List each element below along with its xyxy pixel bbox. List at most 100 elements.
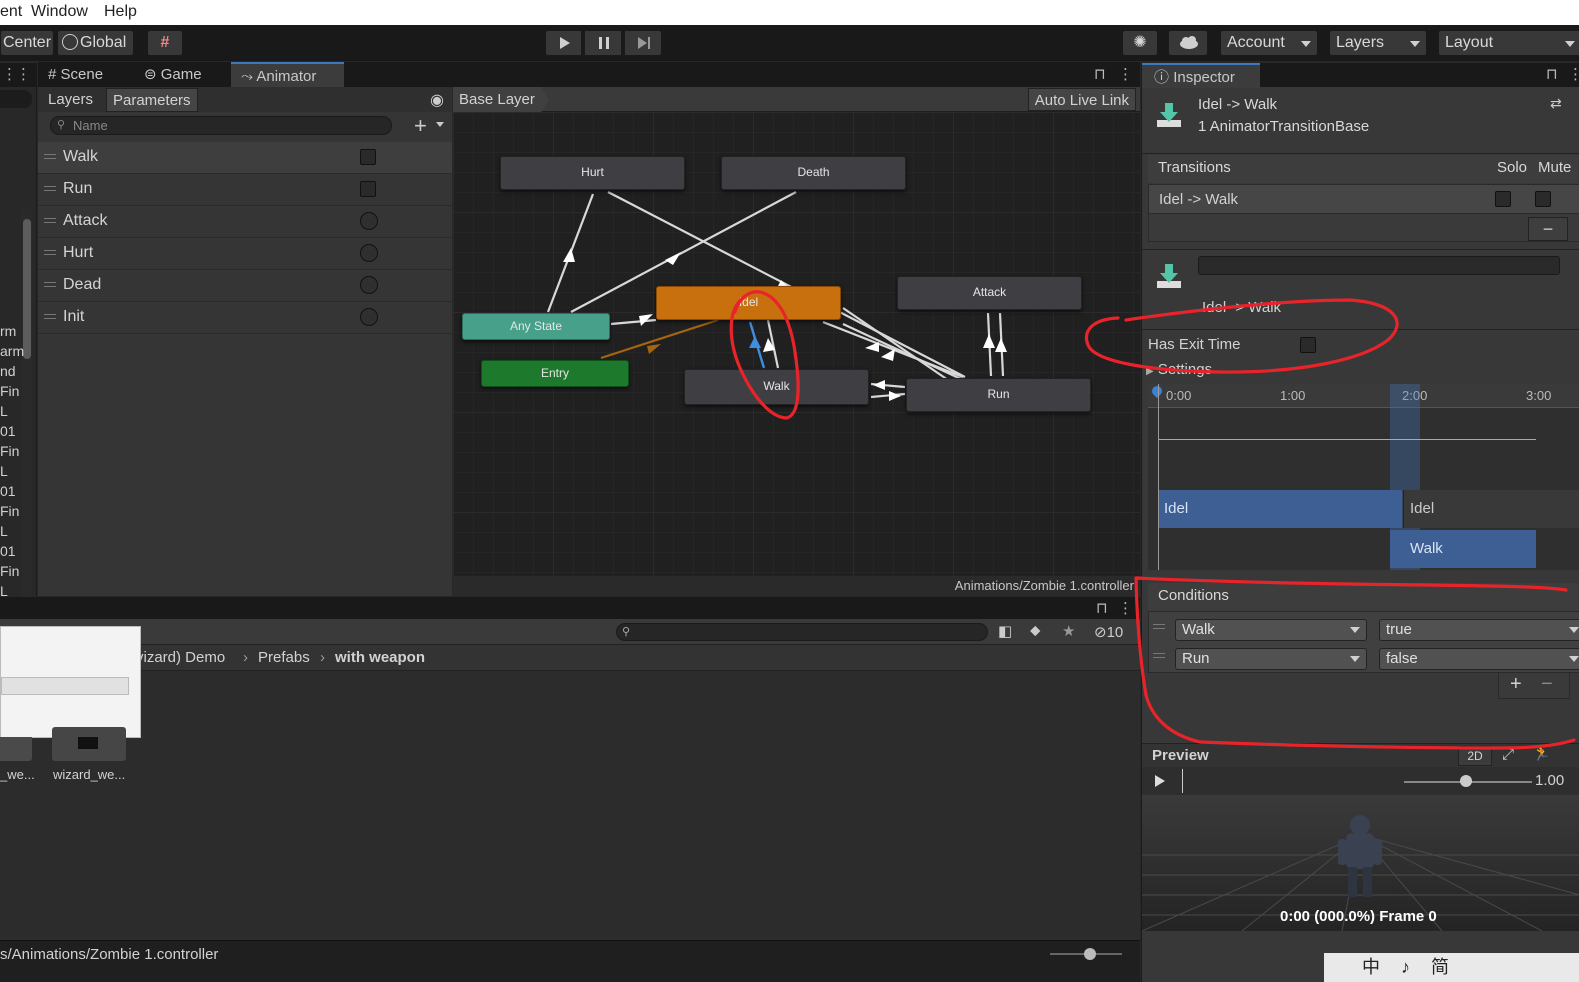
condition-parameter-dropdown[interactable]: Walk — [1175, 619, 1367, 641]
tab-inspector[interactable]: ⓘ Inspector — [1142, 63, 1260, 88]
pivot-center-button[interactable]: Center — [0, 30, 54, 56]
hierarchy-item[interactable]: L — [0, 523, 8, 539]
drag-handle-icon[interactable] — [44, 250, 56, 255]
more-icon[interactable]: ⋮ — [1118, 65, 1133, 83]
thumbnail-size-slider-thumb[interactable] — [1084, 948, 1096, 960]
tab-game[interactable]: ⊜ Game — [134, 62, 226, 87]
solo-checkbox[interactable] — [1495, 191, 1511, 207]
hierarchy-item[interactable]: Fin — [0, 503, 19, 519]
eye-icon[interactable]: ◉ — [430, 90, 444, 110]
label-tag-icon[interactable]: ⬥ — [1030, 622, 1041, 639]
grid-snap-button[interactable]: # — [147, 30, 183, 56]
settings-slider-icon[interactable]: ⇄ — [1550, 95, 1562, 112]
add-parameter-button[interactable]: + — [414, 113, 427, 139]
clip-source-idel-loop[interactable]: Idel — [1403, 490, 1579, 528]
chevron-down-icon[interactable] — [436, 122, 444, 127]
hierarchy-item[interactable]: 01 — [0, 423, 16, 439]
parameter-row-attack[interactable]: Attack — [38, 206, 452, 238]
state-node-idel-default[interactable]: Idel — [656, 286, 841, 320]
services-button[interactable]: ✺ — [1122, 30, 1158, 56]
trigger-radio[interactable] — [360, 308, 378, 326]
more-icon[interactable]: ⋮ — [1118, 599, 1133, 617]
cloud-button[interactable] — [1168, 30, 1208, 56]
state-node-walk[interactable]: Walk — [684, 369, 869, 405]
drag-handle-icon[interactable] — [44, 282, 56, 287]
remove-transition-button[interactable]: − — [1528, 217, 1568, 241]
subtab-parameters[interactable]: Parameters — [106, 88, 198, 112]
clip-destination-walk[interactable]: Walk — [1390, 530, 1536, 568]
asset-thumbnail[interactable] — [52, 727, 126, 761]
parameter-search-input[interactable]: ⚲ Name — [50, 116, 392, 135]
mute-checkbox[interactable] — [1535, 191, 1551, 207]
transition-timeline[interactable]: 0:00 1:00 2:00 3:00 Idel Idel Walk — [1148, 383, 1579, 570]
global-space-button[interactable]: Global — [57, 30, 134, 56]
parameter-row-walk[interactable]: Walk — [38, 142, 452, 174]
hierarchy-scrollbar[interactable] — [22, 209, 32, 653]
drag-handle-icon[interactable] — [44, 186, 56, 191]
settings-foldout[interactable]: ▶ Settings — [1146, 361, 1212, 378]
pause-button[interactable] — [584, 30, 622, 56]
drag-handle-icon[interactable] — [44, 314, 56, 319]
condition-value-dropdown[interactable]: true — [1379, 619, 1579, 641]
add-condition-button[interactable]: + — [1510, 673, 1522, 696]
drag-handle-icon[interactable] — [44, 218, 56, 223]
play-icon[interactable] — [1152, 773, 1168, 789]
layout-dropdown[interactable]: Layout — [1438, 30, 1579, 56]
hierarchy-item[interactable]: Fin — [0, 443, 19, 459]
hierarchy-item[interactable]: rm — [0, 323, 16, 339]
hierarchy-item[interactable]: L — [0, 403, 8, 419]
layers-dropdown[interactable]: Layers — [1329, 30, 1427, 56]
asset-thumbnail[interactable] — [0, 737, 32, 761]
state-node-entry[interactable]: Entry — [481, 360, 629, 387]
drag-handle-icon[interactable] — [1153, 653, 1165, 658]
lock-icon[interactable]: ⊓ — [1546, 65, 1558, 83]
bool-checkbox[interactable] — [360, 181, 376, 197]
hierarchy-item[interactable]: Fin — [0, 563, 19, 579]
remove-condition-button[interactable]: − — [1541, 673, 1553, 696]
parameter-row-init[interactable]: Init — [38, 302, 452, 334]
preview-viewport[interactable]: 0:00 (000.0%) Frame 0 — [1142, 795, 1579, 931]
hierarchy-item[interactable]: nd — [0, 363, 16, 379]
tab-scene[interactable]: # Scene — [38, 62, 132, 87]
step-button[interactable] — [624, 30, 662, 56]
animator-graph[interactable]: Hurt Death Idel Attack Any State Entry W… — [453, 112, 1140, 576]
bool-checkbox[interactable] — [360, 149, 376, 165]
hierarchy-item[interactable]: arm — [0, 343, 24, 359]
more-icon[interactable]: ⋮ — [1568, 65, 1579, 83]
speed-slider-thumb[interactable] — [1460, 775, 1472, 787]
avatar-icon[interactable]: 🏃 — [1532, 744, 1551, 762]
lock-icon[interactable]: ⋮ — [2, 65, 17, 83]
breadcrumb-item[interactable]: Prefabs — [258, 645, 310, 671]
parameter-row-run[interactable]: Run — [38, 174, 452, 206]
trigger-radio[interactable] — [360, 276, 378, 294]
lock-icon[interactable]: ⊓ — [1094, 65, 1106, 83]
state-node-attack[interactable]: Attack — [897, 276, 1082, 310]
auto-live-link-button[interactable]: Auto Live Link — [1027, 88, 1136, 111]
timeline-playhead[interactable] — [1158, 384, 1159, 570]
preview-scrubber[interactable] — [1182, 769, 1183, 793]
transition-name-field[interactable] — [1198, 256, 1560, 275]
ime-toolbar[interactable]: 中 ♪ 简 — [1324, 953, 1579, 982]
parameter-row-dead[interactable]: Dead — [38, 270, 452, 302]
breadcrumb[interactable]: Base Layer — [453, 87, 549, 112]
clip-source-idel[interactable]: Idel — [1158, 490, 1402, 528]
state-node-any-state[interactable]: Any State — [462, 313, 610, 340]
lock-icon[interactable]: ⊓ — [1096, 599, 1108, 617]
tab-animator[interactable]: ⤳ Animator — [231, 62, 344, 87]
drag-handle-icon[interactable] — [44, 154, 56, 159]
hierarchy-item[interactable]: Fin — [0, 383, 19, 399]
menu-item-help[interactable]: Help — [104, 3, 137, 21]
breadcrumb-item-current[interactable]: with weapon — [335, 645, 425, 671]
subtab-layers[interactable]: Layers — [42, 88, 99, 112]
state-node-run[interactable]: Run — [906, 378, 1091, 412]
account-dropdown[interactable]: Account — [1220, 30, 1318, 56]
hierarchy-item[interactable]: 01 — [0, 543, 16, 559]
condition-parameter-dropdown[interactable]: Run — [1175, 648, 1367, 670]
filter-type-icon[interactable]: ◧ — [998, 622, 1012, 640]
state-node-death[interactable]: Death — [721, 156, 906, 190]
transition-list-item[interactable]: Idel -> Walk — [1148, 184, 1579, 214]
scrollbar-thumb[interactable] — [23, 219, 31, 359]
pivot-icon[interactable]: ⤢ — [1502, 746, 1514, 763]
hierarchy-item[interactable]: L — [0, 463, 8, 479]
hidden-packages-toggle[interactable]: ⊘10 — [1094, 623, 1123, 641]
